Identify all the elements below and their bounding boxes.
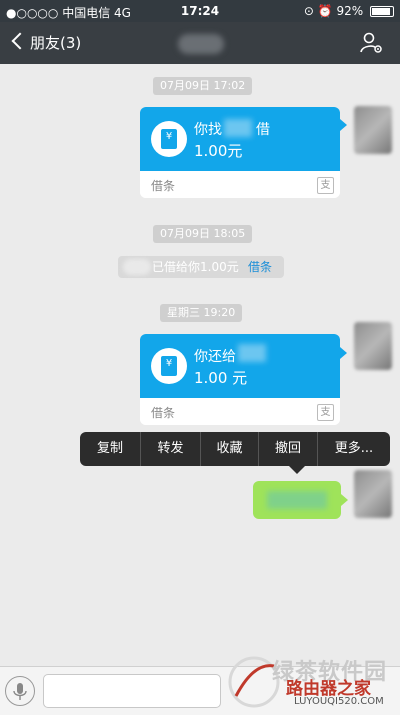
- avatar[interactable]: [354, 322, 392, 370]
- menu-item-favorite[interactable]: 收藏: [201, 432, 258, 466]
- loan-document-icon: ¥: [151, 348, 187, 384]
- chat-title-redacted: [178, 34, 224, 54]
- system-notice: 已借给你1.00元 借条: [118, 256, 284, 278]
- loan-amount: 1.00元: [194, 142, 243, 160]
- status-bar: ●○○○○ 中国电信 4G 17:24 ⊙ ⏰ 92%: [0, 0, 400, 22]
- context-menu: 复制 转发 收藏 撤回 更多...: [80, 432, 390, 466]
- loan-card-header: ¥ 你还给 1.00 元: [140, 334, 340, 398]
- menu-item-recall[interactable]: 撤回: [259, 432, 317, 466]
- nav-bar: 朋友(3): [0, 22, 400, 64]
- bubble-tail: [341, 494, 348, 506]
- back-button[interactable]: 朋友(3): [11, 32, 82, 53]
- profile-settings-button[interactable]: [360, 32, 384, 54]
- avatar[interactable]: [354, 470, 392, 518]
- avatar[interactable]: [354, 106, 392, 154]
- loan-document-icon: ¥: [151, 121, 187, 157]
- microphone-icon: [13, 683, 27, 700]
- status-right: ⊙ ⏰ 92%: [304, 4, 394, 18]
- menu-item-copy[interactable]: 复制: [80, 432, 140, 466]
- alipay-icon: 支: [317, 177, 334, 194]
- alipay-icon: 支: [317, 404, 334, 421]
- input-bar: [0, 666, 400, 715]
- battery-icon: [370, 6, 394, 17]
- battery-fill: [372, 8, 390, 15]
- loan-card-text: 你还给: [194, 349, 236, 365]
- timestamp: 07月09日 18:05: [153, 225, 253, 243]
- loan-card-footer: 借条 支: [140, 398, 340, 425]
- bubble-tail: [340, 347, 347, 359]
- loan-card-footer: 借条 支: [140, 171, 340, 198]
- bubble-tail: [340, 119, 347, 131]
- context-menu-arrow: [289, 466, 305, 474]
- loan-card-1[interactable]: ¥ 你找借 1.00元 借条 支: [140, 107, 340, 198]
- menu-item-more[interactable]: 更多...: [318, 432, 390, 466]
- alarm-icon: ⏰: [317, 4, 333, 18]
- redacted-name: [224, 119, 252, 137]
- lock-rotation-icon: ⊙: [303, 4, 314, 18]
- loan-card-header: ¥ 你找借 1.00元: [140, 107, 340, 171]
- redacted-name: [238, 344, 266, 362]
- loan-card-label: 借条: [151, 406, 176, 420]
- back-label: 朋友(3): [30, 34, 82, 52]
- message-input[interactable]: [43, 674, 221, 708]
- person-settings-icon: [360, 32, 382, 53]
- timestamp: 星期三 19:20: [160, 304, 243, 322]
- menu-item-forward[interactable]: 转发: [141, 432, 200, 466]
- voice-button[interactable]: [5, 676, 35, 706]
- battery-percent: 92%: [336, 4, 364, 18]
- redacted-name: [123, 259, 151, 275]
- notice-link[interactable]: 借条: [248, 256, 272, 278]
- loan-amount: 1.00 元: [194, 369, 248, 387]
- loan-card-label: 借条: [151, 179, 176, 193]
- loan-card-2[interactable]: ¥ 你还给 1.00 元 借条 支: [140, 334, 340, 425]
- timestamp: 07月09日 17:02: [153, 77, 253, 95]
- text-message-bubble[interactable]: [253, 481, 341, 519]
- redacted-message: [267, 491, 327, 509]
- notice-text: 已借给你1.00元: [152, 260, 239, 274]
- chevron-left-icon: [11, 32, 29, 50]
